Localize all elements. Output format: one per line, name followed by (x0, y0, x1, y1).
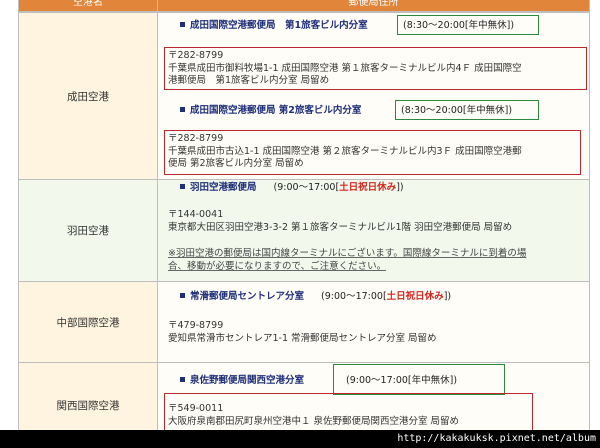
highlight-box (164, 47, 587, 90)
note-line: 合、移動が必要になりますので、ご注意ください。 (168, 261, 387, 272)
highlight-box (395, 100, 539, 120)
airport-cell-haneda: 羽田空港 (19, 180, 157, 281)
airport-cell-chubu: 中部国際空港 (19, 282, 157, 362)
info-cell-narita: 成田国際空港郵便局 第1旅客ビル内分室 (8:30～20:00[年中無休]) 〒… (158, 13, 589, 179)
header-airport: 空港名 (19, 0, 157, 11)
closed-days: 土日祝日休み (386, 291, 444, 302)
postal-code: 〒479-8799 (168, 320, 224, 331)
closed-days: 土日祝日休み (339, 182, 397, 193)
postal-code: 〒144-0041 (168, 209, 224, 220)
office-name: 泉佐野郵便局関西空港分室 (180, 375, 304, 387)
airport-cell-narita: 成田空港 (19, 13, 157, 179)
address-line: 愛知県常滑市セントレア1-1 常滑郵便局セントレア分室 局留め (168, 333, 437, 344)
highlight-box (397, 15, 539, 35)
address-line: 東京都大田区羽田空港3-3-2 第１旅客ターミナルビル1階 羽田空港郵便局 局留… (168, 222, 513, 233)
info-cell-chubu: 常滑郵便局セントレア分室 (9:00～17:00[土日祝日休み]) 〒479-8… (158, 282, 589, 362)
highlight-box (333, 364, 505, 395)
note-line: ※羽田空港の郵便局は国内線ターミナルにございます。国際線ターミナルに到着の場 (168, 248, 527, 259)
highlight-box (164, 393, 533, 433)
watermark-url: http://kakakuksk.pixnet.net/album (397, 433, 596, 444)
airport-post-office-table: 空港名 郵便局住所 成田空港 成田国際空港郵便局 第1旅客ビル内分室 (8:30… (18, 0, 590, 448)
highlight-box (164, 130, 581, 175)
office-name: 成田国際空港郵便局 第2旅客ビル内分室 (180, 105, 361, 117)
info-cell-haneda: 羽田空港郵便局 (9:00～17:00[土日祝日休み]) 〒144-0041 東… (158, 180, 589, 281)
office-name: 成田国際空港郵便局 第1旅客ビル内分室 (180, 20, 368, 32)
office-heading: 常滑郵便局セントレア分室 (9:00～17:00[土日祝日休み]) (180, 291, 451, 303)
watermark-bar: http://kakakuksk.pixnet.net/album (0, 430, 600, 448)
office-heading: 羽田空港郵便局 (9:00～17:00[土日祝日休み]) (180, 182, 404, 194)
header-address: 郵便局住所 (158, 0, 589, 11)
